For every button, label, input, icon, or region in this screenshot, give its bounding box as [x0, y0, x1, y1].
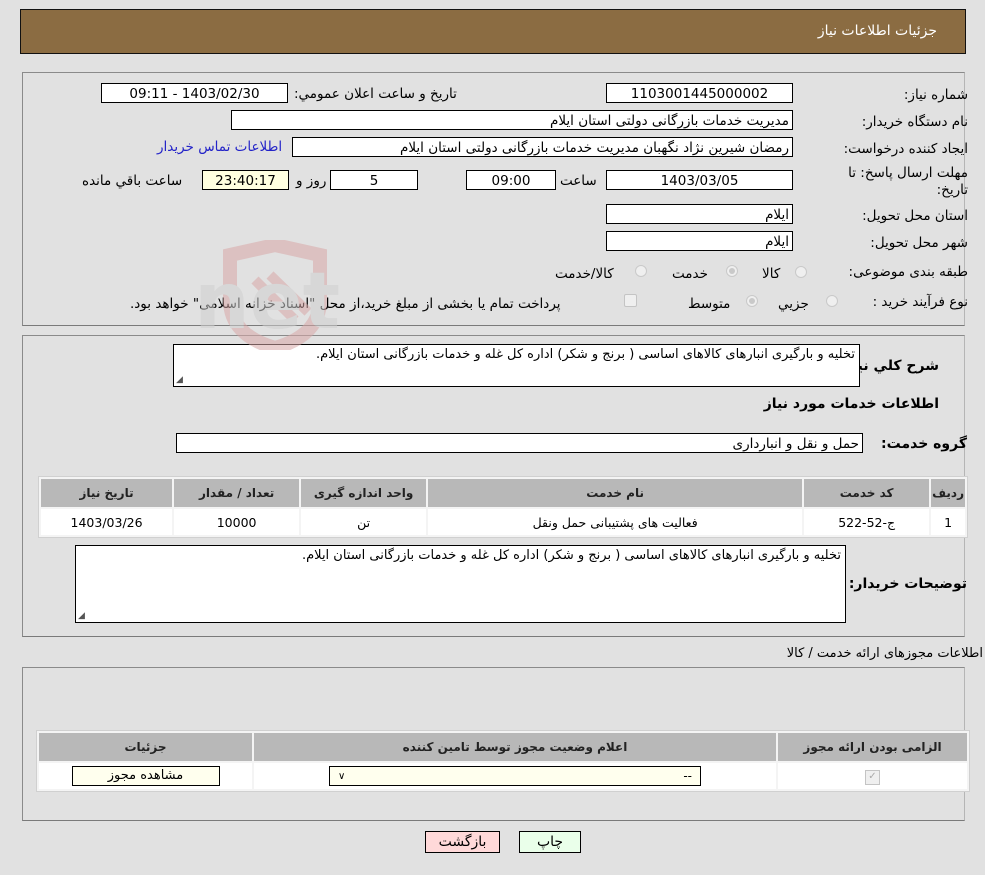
col-quantity: تعداد / مقدار — [174, 479, 300, 507]
category-option-service: خدمت — [672, 266, 708, 282]
cell-quantity: 10000 — [174, 509, 300, 535]
resize-grip-icon[interactable]: ◢ — [176, 375, 183, 385]
permits-section-title: اطلاعات مجوزهای ارائه خدمت / کالا — [786, 646, 983, 661]
remaining-time-field: 23:40:17 — [202, 170, 289, 190]
view-permit-button[interactable]: مشاهده مجوز — [71, 766, 220, 786]
remaining-time-label: ساعت باقي مانده — [82, 173, 183, 189]
city-label: شهر محل تحویل: — [870, 235, 968, 251]
buyer-contact-link[interactable]: اطلاعات تماس خریدار — [157, 139, 282, 155]
permit-required-checkbox[interactable]: ✓ — [865, 770, 880, 785]
buyer-notes-textarea[interactable]: تخلیه و بارگیری انبارهای کالاهای اساسی (… — [75, 545, 846, 623]
creator-label: ايجاد کننده درخواست: — [843, 141, 968, 157]
need-number-field: 1103001445000002 — [606, 83, 793, 103]
need-number-label: شماره نیاز: — [903, 87, 968, 103]
creator-field: رمضان شیرین نژاد نگهبان مدیریت خدمات باز… — [292, 137, 793, 157]
col-service-code: کد خدمت — [804, 479, 930, 507]
col-permit-required: الزامی بودن ارائه مجوز — [778, 733, 967, 761]
buyer-org-field: مدیریت خدمات بازرگانی دولتی استان ایلام — [231, 110, 793, 130]
back-button[interactable]: بازگشت — [425, 831, 500, 853]
col-permit-status: اعلام وضعیت مجوز توسط تامین کننده — [254, 733, 776, 761]
deadline-time-field: 09:00 — [466, 170, 556, 190]
services-section-title: اطلاعات خدمات مورد نیاز — [763, 396, 939, 412]
general-desc-textarea[interactable]: تخلیه و بارگیری انبارهای کالاهای اساسی (… — [173, 344, 860, 387]
print-button[interactable]: چاپ — [519, 831, 581, 853]
days-label: روز و — [296, 173, 327, 189]
page-title: جزئیات اطلاعات نیاز — [817, 23, 937, 39]
process-radio-medium[interactable] — [746, 295, 758, 307]
service-group-label: گروه خدمت: — [881, 436, 967, 452]
cell-permit-required: ✓ — [778, 763, 967, 789]
page-header: جزئیات اطلاعات نیاز — [20, 9, 966, 54]
col-service-name: نام خدمت — [428, 479, 803, 507]
permits-table-header: الزامی بودن ارائه مجوز اعلام وضعیت مجوز … — [39, 733, 967, 761]
category-option-goods: کالا — [762, 266, 781, 282]
category-option-goods-service: کالا/خدمت — [555, 266, 614, 282]
permits-table: الزامی بودن ارائه مجوز اعلام وضعیت مجوز … — [36, 730, 970, 792]
days-remaining-field: 5 — [330, 170, 418, 190]
resize-grip-icon[interactable]: ◢ — [78, 611, 85, 621]
process-option-minor: جزيي — [778, 296, 809, 312]
services-table: رديف کد خدمت نام خدمت واحد اندازه گیری ت… — [38, 476, 968, 538]
cell-service-code: ج-52-522 — [804, 509, 930, 535]
cell-need-date: 1403/03/26 — [41, 509, 173, 535]
cell-service-name: فعالیت های پشتیبانی حمل ونقل — [428, 509, 803, 535]
service-group-field: حمل و نقل و انبارداری — [176, 433, 863, 453]
col-permit-details: جزئیات — [39, 733, 252, 761]
deadline-date-field: 1403/03/05 — [606, 170, 793, 190]
col-row-number: رديف — [931, 479, 965, 507]
process-type-label: نوع فرآیند خرید : — [872, 294, 968, 310]
treasury-checkbox[interactable] — [624, 294, 637, 307]
table-row: 1 ج-52-522 فعالیت های پشتیبانی حمل ونقل … — [41, 509, 965, 535]
cell-row-number: 1 — [931, 509, 965, 535]
buyer-org-label: نام دستگاه خريدار: — [861, 114, 968, 130]
province-label: استان محل تحویل: — [862, 208, 968, 224]
category-radio-goods-service[interactable] — [635, 265, 647, 277]
chevron-down-icon: ∨ — [338, 770, 346, 782]
deadline-time-label: ساعت — [560, 173, 597, 189]
col-unit: واحد اندازه گیری — [301, 479, 427, 507]
city-field: ایلام — [606, 231, 793, 251]
category-radio-goods[interactable] — [795, 266, 807, 278]
deadline-label: مهلت ارسال پاسخ: تا تاریخ: — [848, 165, 968, 198]
buyer-notes-text: تخلیه و بارگیری انبارهای کالاهای اساسی (… — [302, 548, 841, 563]
general-desc-text: تخلیه و بارگیری انبارهای کالاهای اساسی (… — [316, 347, 855, 362]
treasury-note: پرداخت تمام يا بخشی از مبلغ خريد،از محل … — [130, 296, 561, 312]
process-option-medium: متوسط — [688, 296, 731, 312]
category-label: طبقه بندی موضوعی: — [848, 264, 968, 280]
announce-date-label: تاریخ و ساعت اعلان عمومي: — [294, 86, 457, 102]
permit-status-value: -- — [683, 769, 692, 783]
buyer-notes-label: توضیحات خریدار: — [848, 576, 967, 592]
cell-unit: تن — [301, 509, 427, 535]
province-field: ایلام — [606, 204, 793, 224]
category-radio-service[interactable] — [726, 265, 738, 277]
permit-status-select[interactable]: -- ∨ — [329, 766, 701, 786]
cell-permit-status: -- ∨ — [254, 763, 776, 789]
cell-permit-details: مشاهده مجوز — [39, 763, 252, 789]
process-radio-minor[interactable] — [826, 295, 838, 307]
services-table-header: رديف کد خدمت نام خدمت واحد اندازه گیری ت… — [41, 479, 965, 507]
table-row: ✓ -- ∨ مشاهده مجوز — [39, 763, 967, 789]
announce-date-field: 1403/02/30 - 09:11 — [101, 83, 288, 103]
col-need-date: تاریخ نیاز — [41, 479, 173, 507]
